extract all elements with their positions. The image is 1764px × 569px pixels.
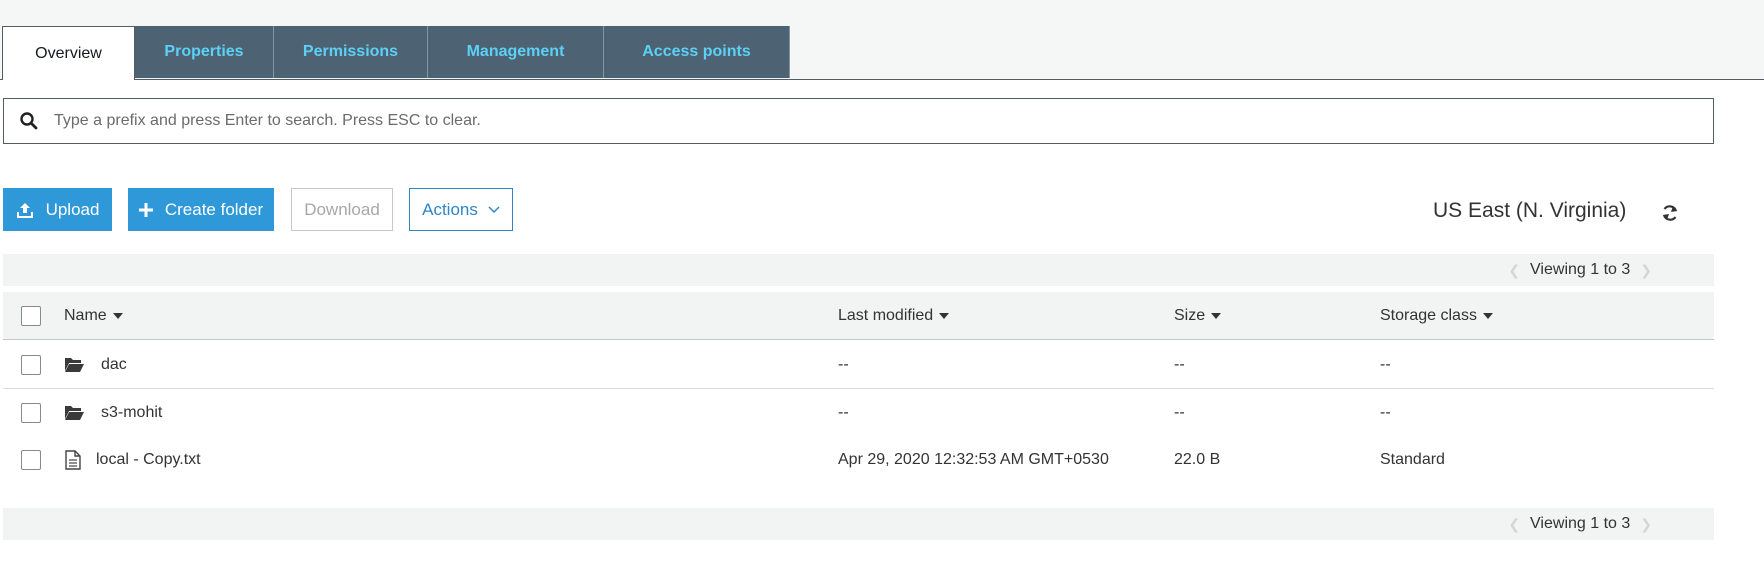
search-input[interactable] bbox=[54, 101, 1713, 141]
actions-label: Actions bbox=[422, 199, 478, 219]
create-folder-label: Create folder bbox=[164, 199, 264, 219]
create-folder-button[interactable]: Create folder bbox=[128, 188, 274, 231]
refresh-icon[interactable] bbox=[1660, 203, 1680, 228]
row-storage-class: Standard bbox=[1380, 451, 1445, 468]
upload-button[interactable]: Upload bbox=[3, 188, 112, 231]
column-header-last-modified[interactable]: Last modified bbox=[838, 292, 950, 339]
tab-access-points-label: Access points bbox=[642, 43, 751, 60]
tab-permissions-label: Permissions bbox=[302, 43, 399, 60]
row-storage-class: -- bbox=[1380, 355, 1391, 373]
row-name[interactable]: local - Copy.txt bbox=[96, 436, 201, 484]
row-checkbox[interactable] bbox=[21, 450, 41, 470]
table-header: Name Last modified Size Storage class bbox=[3, 292, 1714, 340]
sort-caret-icon bbox=[939, 312, 950, 319]
tab-permissions[interactable]: Permissions bbox=[274, 26, 428, 78]
sort-caret-icon bbox=[1211, 312, 1222, 319]
file-text-icon bbox=[65, 436, 81, 484]
row-size: -- bbox=[1174, 403, 1185, 421]
download-label: Download bbox=[304, 199, 380, 219]
region-label: US East (N. Virginia) bbox=[1433, 199, 1627, 222]
search-box bbox=[3, 98, 1714, 144]
row-storage-class: -- bbox=[1380, 403, 1391, 421]
next-page-icon[interactable]: ❯ bbox=[1640, 262, 1652, 279]
select-all-checkbox[interactable] bbox=[21, 306, 41, 326]
table-row: local - Copy.txt Apr 29, 2020 12:32:53 A… bbox=[3, 436, 1714, 484]
table-row: dac -- -- -- bbox=[3, 341, 1714, 389]
s3-bucket-page: Overview Properties Permissions Manageme… bbox=[0, 0, 1764, 569]
column-header-last-modified-label: Last modified bbox=[838, 306, 934, 324]
row-size: 22.0 B bbox=[1174, 451, 1221, 468]
prev-page-icon[interactable]: ❮ bbox=[1508, 262, 1520, 279]
sort-caret-icon bbox=[112, 312, 123, 319]
plus-icon bbox=[138, 202, 153, 217]
table-row: s3-mohit -- -- -- bbox=[3, 389, 1714, 437]
tab-properties-label: Properties bbox=[164, 43, 244, 60]
row-last-modified: -- bbox=[838, 403, 849, 421]
tab-overview-label: Overview bbox=[35, 44, 102, 62]
tab-management[interactable]: Management bbox=[428, 26, 604, 78]
column-header-size-label: Size bbox=[1174, 306, 1206, 324]
prev-page-icon[interactable]: ❮ bbox=[1508, 516, 1520, 533]
tab-bar: Overview Properties Permissions Manageme… bbox=[2, 26, 790, 80]
row-name[interactable]: dac bbox=[101, 341, 127, 388]
pager-text: Viewing 1 to 3 bbox=[1530, 515, 1631, 532]
row-checkbox[interactable] bbox=[21, 403, 41, 423]
folder-open-icon bbox=[64, 341, 85, 388]
actions-dropdown[interactable]: Actions bbox=[409, 188, 513, 231]
row-last-modified: Apr 29, 2020 12:32:53 AM GMT+0530 bbox=[838, 451, 1109, 468]
row-last-modified: -- bbox=[838, 355, 849, 373]
row-name[interactable]: s3-mohit bbox=[101, 389, 162, 436]
column-header-name-label: Name bbox=[64, 306, 107, 324]
folder-open-icon bbox=[64, 389, 85, 436]
tab-overview[interactable]: Overview bbox=[2, 26, 135, 80]
column-header-storage-class[interactable]: Storage class bbox=[1380, 292, 1493, 339]
tab-properties[interactable]: Properties bbox=[135, 26, 274, 78]
next-page-icon[interactable]: ❯ bbox=[1640, 516, 1652, 533]
upload-label: Upload bbox=[45, 199, 100, 219]
column-header-size[interactable]: Size bbox=[1174, 292, 1222, 339]
pager-text: Viewing 1 to 3 bbox=[1530, 261, 1631, 278]
upload-icon bbox=[16, 201, 34, 219]
download-button[interactable]: Download bbox=[291, 188, 393, 231]
row-size: -- bbox=[1174, 355, 1185, 373]
pagination: ❮ Viewing 1 to 3 ❯ bbox=[1498, 515, 1662, 533]
pager-top: ❮ Viewing 1 to 3 ❯ bbox=[3, 254, 1714, 286]
pagination: ❮ Viewing 1 to 3 ❯ bbox=[1498, 261, 1662, 279]
tab-management-label: Management bbox=[466, 43, 565, 60]
pager-bottom: ❮ Viewing 1 to 3 ❯ bbox=[3, 508, 1714, 540]
chevron-down-icon bbox=[488, 205, 500, 214]
search-icon bbox=[4, 111, 54, 131]
column-header-name[interactable]: Name bbox=[64, 292, 123, 339]
sort-caret-icon bbox=[1482, 312, 1493, 319]
tab-access-points[interactable]: Access points bbox=[604, 26, 790, 78]
column-header-storage-class-label: Storage class bbox=[1380, 306, 1477, 324]
row-checkbox[interactable] bbox=[21, 355, 41, 375]
